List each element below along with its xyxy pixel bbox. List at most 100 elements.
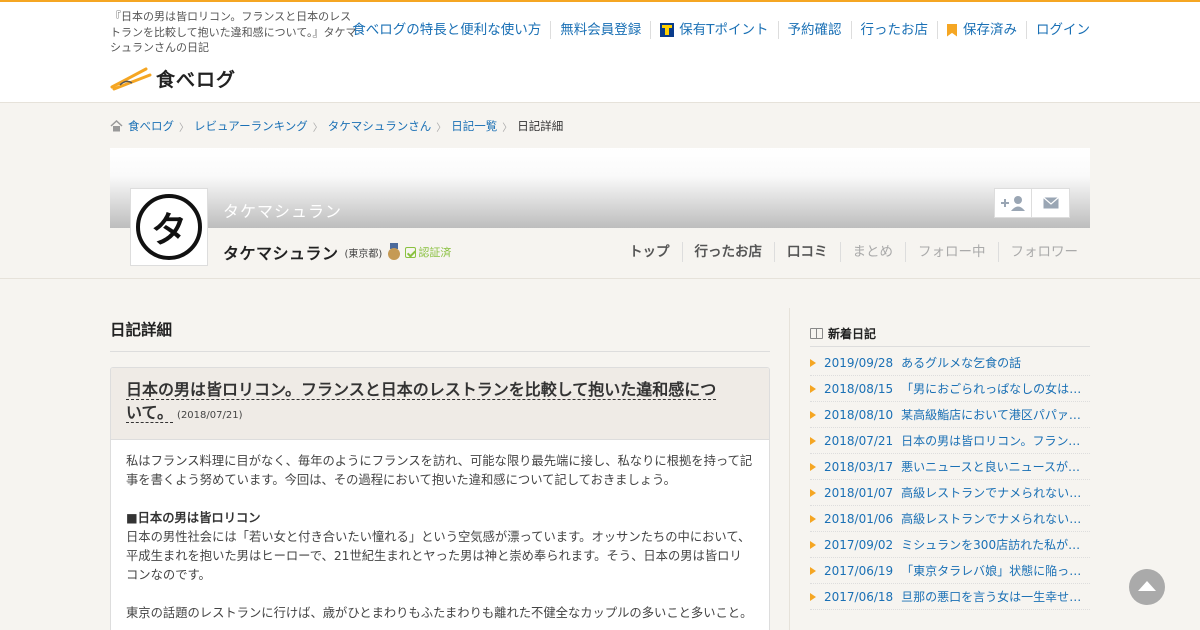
- profile-header: タケマシュラン タ タケマシュラン (東京都) 認証済 トップ 行ったお店 口コ…: [110, 148, 1090, 278]
- entry-date: 2017/09/02: [824, 537, 894, 552]
- breadcrumb-user[interactable]: タケマシュランさん: [328, 118, 432, 134]
- nav-features-link[interactable]: 食べログの特長と便利な使い方: [343, 21, 550, 39]
- entry-date: 2018/07/21: [824, 433, 894, 448]
- tab-following: フォロー中: [905, 242, 998, 262]
- entry-title: 悪いニュースと良いニュースがご…: [901, 460, 1090, 474]
- logo-text: 食べログ: [156, 68, 237, 91]
- article-header: 日本の男は皆ロリコン。フランスと日本のレストランを比較して抱いた違和感について。…: [111, 368, 769, 440]
- entry-date: 2017/06/18: [824, 589, 894, 604]
- nav-features-label: 食べログの特長と便利な使い方: [352, 22, 542, 38]
- list-item[interactable]: 2018/03/17 悪いニュースと良いニュースがご…: [810, 454, 1090, 480]
- tabelog-logo[interactable]: 食べログ: [110, 64, 236, 92]
- list-item[interactable]: 2017/06/18 旦那の悪口を言う女は一生幸せに…: [810, 584, 1090, 610]
- arrow-bullet-icon: [810, 410, 816, 419]
- tab-top[interactable]: トップ: [617, 242, 682, 262]
- nav-reservation-link[interactable]: 予約確認: [777, 21, 851, 39]
- breadcrumb-separator: 〉: [179, 122, 189, 134]
- arrow-bullet-icon: [810, 566, 816, 575]
- arrow-bullet-icon: [810, 384, 816, 393]
- nav-tpoint-link[interactable]: 保有Tポイント: [650, 21, 777, 39]
- arrow-bullet-icon: [810, 488, 816, 497]
- add-user-icon: [1001, 196, 1025, 211]
- verified-badge: 認証済: [405, 244, 451, 260]
- tab-visited[interactable]: 行ったお店: [681, 242, 775, 262]
- profile-area: (東京都): [344, 248, 383, 260]
- nav-register-label: 無料会員登録: [560, 22, 642, 38]
- tab-reviews[interactable]: 口コミ: [774, 242, 840, 262]
- follow-button[interactable]: [994, 188, 1032, 218]
- article-paragraph: 東京の話題のレストランに行けば、歳がひとまわりもふたまわりも離れた不健全なカップ…: [126, 606, 753, 620]
- nav-register-link[interactable]: 無料会員登録: [550, 21, 650, 39]
- article-paragraph: 日本の男性社会には「若い女と付き合いたい憧れる」という空気感が漂っています。オッ…: [126, 530, 751, 582]
- diary-article: 日本の男は皆ロリコン。フランスと日本のレストランを比較して抱いた違和感について。…: [110, 367, 770, 630]
- nav-login-link[interactable]: ログイン: [1026, 21, 1090, 39]
- nav-reservation-label: 予約確認: [787, 22, 842, 38]
- page-description: 『日本の男は皆ロリコン。フランスと日本のレストランを比較して抱いた違和感について…: [110, 10, 357, 54]
- chopsticks-logo-icon: [110, 67, 152, 91]
- divider: [110, 351, 770, 352]
- tab-followers: フォロワー: [997, 242, 1091, 262]
- list-item[interactable]: 2018/08/15 「男におごられっぱなしの女は風…: [810, 376, 1090, 402]
- mail-icon: [1042, 197, 1059, 209]
- entry-title: 旦那の悪口を言う女は一生幸せに…: [901, 590, 1090, 604]
- list-item[interactable]: 2018/01/06 高級レストランでナメられないた…: [810, 506, 1090, 532]
- profile-info: タケマシュラン (東京都) 認証済: [223, 240, 451, 264]
- entry-title: 日本の男は皆ロリコン。フランス…: [901, 434, 1090, 448]
- nav-visited-link[interactable]: 行ったお店: [850, 21, 938, 39]
- page-title: 日記詳細: [110, 321, 173, 339]
- profile-actions: [994, 188, 1070, 218]
- entry-date: 2019/09/28: [824, 355, 894, 370]
- article-title: 日本の男は皆ロリコン。フランスと日本のレストランを比較して抱いた違和感について。…: [126, 378, 726, 427]
- breadcrumb-current: 日記詳細: [517, 119, 564, 133]
- list-item[interactable]: 2017/06/19 「東京タラレバ娘」状態に陥った…: [810, 558, 1090, 584]
- message-button[interactable]: [1032, 188, 1070, 218]
- list-item[interactable]: 2018/01/07 高級レストランでナメられないた…: [810, 480, 1090, 506]
- entry-title: あるグルメな乞食の話: [901, 356, 1022, 370]
- avatar-char: タ: [136, 194, 202, 260]
- medal-icon: [388, 243, 401, 261]
- divider: [0, 278, 1200, 279]
- chevron-up-icon: [1138, 580, 1156, 591]
- avatar[interactable]: タ: [130, 188, 208, 266]
- article-subheading: ■日本の男は皆ロリコン: [126, 511, 261, 525]
- list-item[interactable]: 2019/09/28 あるグルメな乞食の話: [810, 350, 1090, 376]
- site-header: 『日本の男は皆ロリコン。フランスと日本のレストランを比較して抱いた違和感について…: [0, 0, 1200, 103]
- entry-date: 2018/08/10: [824, 407, 894, 422]
- bookmark-icon: [947, 23, 957, 37]
- entry-title: ミシュランを300店訪れた私が選…: [901, 538, 1090, 552]
- scroll-to-top-button[interactable]: [1129, 569, 1165, 605]
- profile-tabs: トップ 行ったお店 口コミ まとめ フォロー中 フォロワー: [617, 242, 1090, 262]
- entry-date: 2017/06/19: [824, 563, 894, 578]
- nav-saved-link[interactable]: 保存済み: [937, 21, 1026, 39]
- arrow-bullet-icon: [810, 436, 816, 445]
- breadcrumb-reviewer-ranking[interactable]: レビュアーランキング: [194, 118, 308, 134]
- list-item[interactable]: 2018/07/21 日本の男は皆ロリコン。フランス…: [810, 428, 1090, 454]
- entry-title: 高級レストランでナメられないた…: [901, 512, 1090, 526]
- entry-date: 2018/03/17: [824, 459, 894, 474]
- profile-name[interactable]: タケマシュラン: [223, 240, 339, 264]
- entry-title: 某高級鮨店において港区パパァが…: [901, 408, 1090, 422]
- breadcrumb-home[interactable]: 食べログ: [128, 118, 174, 134]
- diary-book-icon: [810, 328, 823, 339]
- arrow-bullet-icon: [810, 358, 816, 367]
- list-item[interactable]: 2018/08/10 某高級鮨店において港区パパァが…: [810, 402, 1090, 428]
- verified-label: 認証済: [418, 246, 452, 259]
- list-item[interactable]: 2017/09/02 ミシュランを300店訪れた私が選…: [810, 532, 1090, 558]
- breadcrumb-separator: 〉: [312, 122, 323, 134]
- nav-login-label: ログイン: [1036, 22, 1090, 38]
- tpoint-icon: [660, 23, 675, 37]
- article-body: 私はフランス料理に目がなく、毎年のようにフランスを訪れ、可能な限り最先端に接し、…: [111, 440, 769, 630]
- arrow-bullet-icon: [810, 462, 816, 471]
- sidebar-heading: 新着日記: [810, 325, 876, 342]
- nav-saved-label: 保存済み: [963, 22, 1017, 38]
- breadcrumb-diary-list[interactable]: 日記一覧: [451, 118, 497, 134]
- article-paragraph: 私はフランス料理に目がなく、毎年のようにフランスを訪れ、可能な限り最先端に接し、…: [126, 454, 753, 487]
- breadcrumb-separator: 〉: [436, 122, 447, 134]
- sidebar-heading-label: 新着日記: [828, 327, 877, 341]
- entry-date: 2018/01/07: [824, 485, 894, 500]
- global-nav: 食べログの特長と便利な使い方 無料会員登録 保有Tポイント 予約確認 行ったお店…: [343, 21, 1090, 39]
- nav-visited-label: 行ったお店: [860, 22, 929, 38]
- recent-diary-list: 2019/09/28 あるグルメな乞食の話 2018/08/15 「男におごられっぱ…: [810, 350, 1090, 610]
- entry-title: 高級レストランでナメられないた…: [901, 486, 1090, 500]
- entry-date: 2018/01/06: [824, 511, 894, 526]
